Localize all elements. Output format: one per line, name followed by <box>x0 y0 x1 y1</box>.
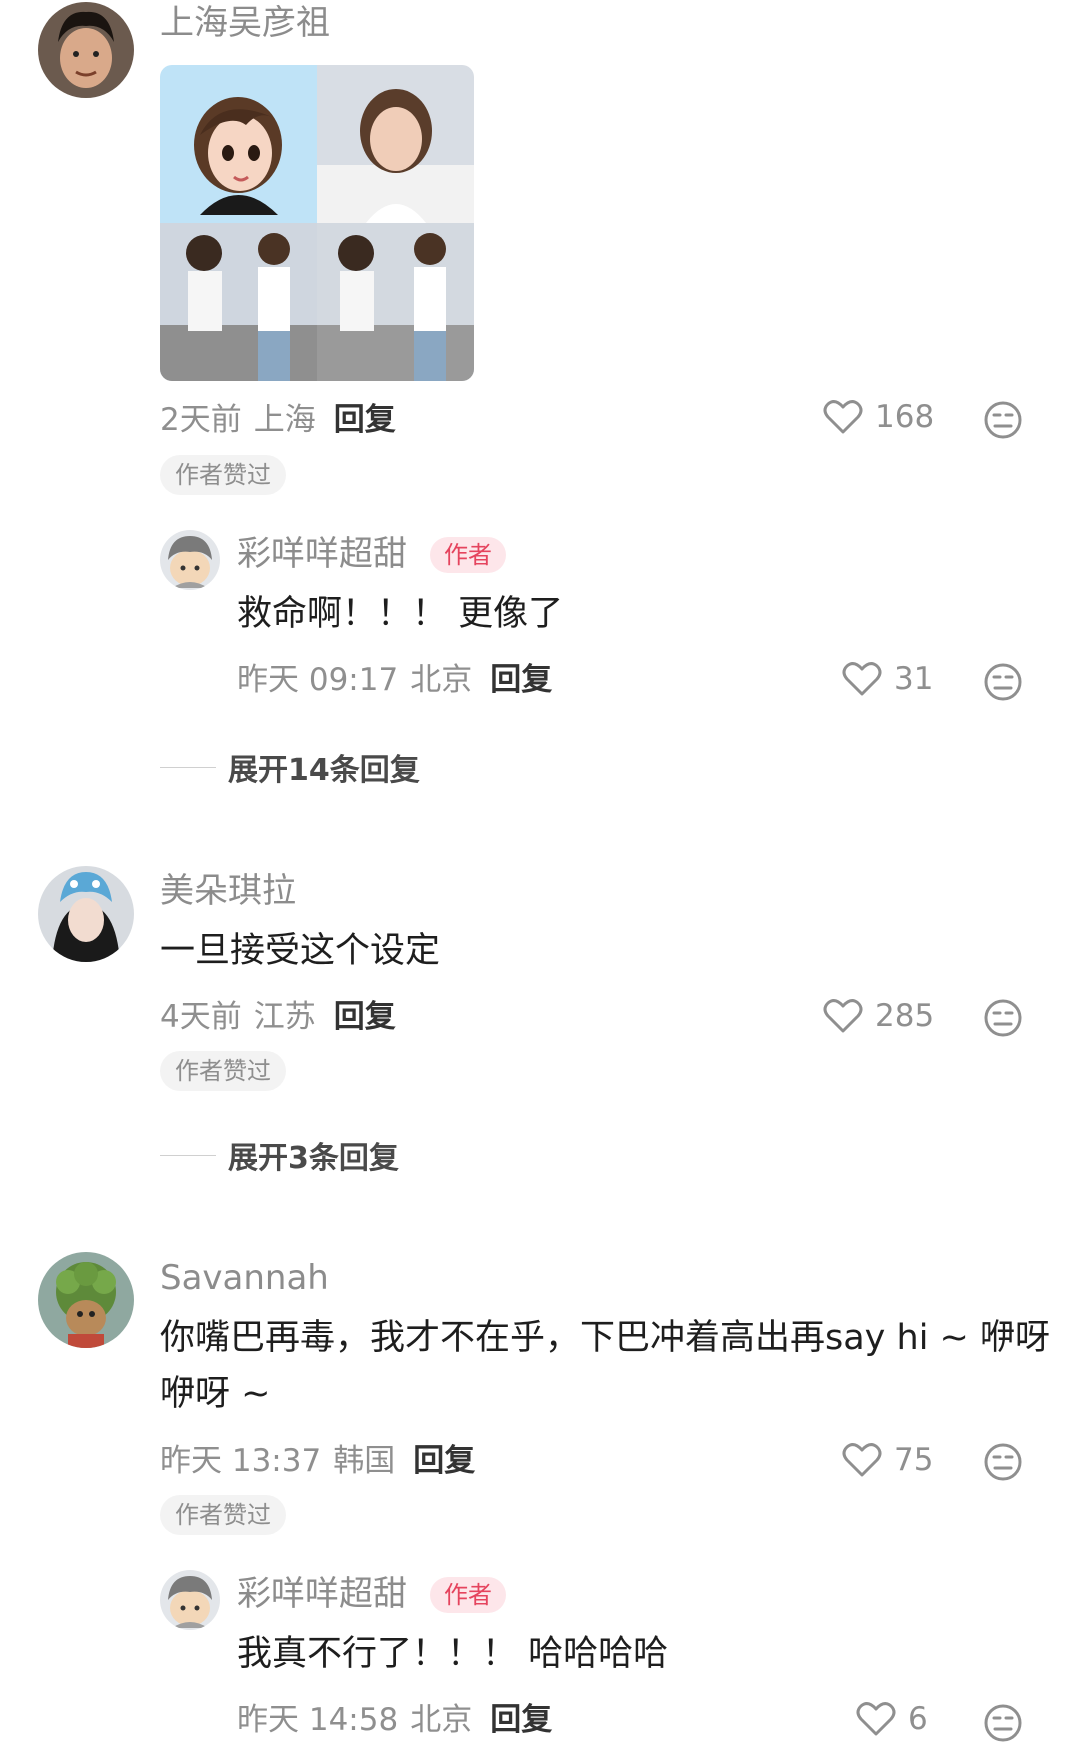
like-button[interactable]: 75 <box>842 1442 933 1478</box>
meh-face-icon[interactable] <box>983 1442 1023 1482</box>
like-count: 168 <box>875 398 935 435</box>
comment-meta: 昨天 13:37 韩国 回复 <box>160 1446 475 1477</box>
username[interactable]: 上海吴彦祖 <box>160 6 330 40</box>
comment-time: 2天前 <box>160 402 242 438</box>
like-button[interactable]: 168 <box>823 399 934 435</box>
comment-meta: 2天前 上海 回复 <box>160 405 396 436</box>
comment-text-line1: 你嘴巴再毒，我才不在乎，下巴冲着高出再say hi ~ 咿呀 <box>160 1318 1051 1358</box>
avatar-meiduoqila[interactable] <box>38 866 134 962</box>
divider <box>160 766 216 768</box>
comment-text-line2: 咿呀 ~ <box>160 1374 271 1414</box>
author-liked-badge: 作者赞过 <box>160 1051 286 1091</box>
reply-text: 救命啊！！！ 更像了 <box>237 594 564 634</box>
reply-location: 北京 <box>410 1702 473 1738</box>
reply-meta: 昨天 09:17 北京 回复 <box>237 665 552 696</box>
expand-label: 展开14条回复 <box>228 753 420 788</box>
like-count: 6 <box>908 1700 928 1737</box>
reply-location: 北京 <box>410 662 473 698</box>
expand-replies-button[interactable]: 展开3条回复 <box>160 1133 399 1177</box>
username[interactable]: 彩咩咩超甜 <box>237 1577 407 1611</box>
author-liked-badge: 作者赞过 <box>160 455 286 495</box>
expand-replies-button[interactable]: 展开14条回复 <box>160 745 420 789</box>
comment-text: 一旦接受这个设定 <box>160 931 441 971</box>
divider <box>160 1154 216 1156</box>
comment-location: 江苏 <box>253 999 316 1035</box>
comment-time: 昨天 13:37 <box>160 1443 322 1479</box>
reply-button[interactable]: 回复 <box>413 1443 475 1479</box>
reply-button[interactable]: 回复 <box>334 402 396 438</box>
comment-image[interactable] <box>160 65 474 381</box>
username[interactable]: Savannah <box>160 1261 329 1295</box>
heart-outline-icon <box>842 1443 882 1477</box>
avatar-savannah[interactable] <box>38 1252 134 1348</box>
author-tag: 作者 <box>430 1577 506 1613</box>
heart-outline-icon <box>842 662 882 696</box>
heart-outline-icon <box>823 999 863 1033</box>
like-count: 285 <box>875 997 935 1034</box>
like-button[interactable]: 31 <box>842 661 933 697</box>
meh-face-icon[interactable] <box>983 662 1023 702</box>
comment-location: 韩国 <box>333 1443 396 1479</box>
reply-button[interactable]: 回复 <box>490 662 552 698</box>
heart-outline-icon <box>823 400 863 434</box>
meh-face-icon[interactable] <box>983 1703 1023 1743</box>
like-count: 31 <box>894 660 934 697</box>
username[interactable]: 美朵琪拉 <box>160 874 296 908</box>
avatar-caimiemie[interactable] <box>160 530 220 590</box>
reply-button[interactable]: 回复 <box>334 999 396 1035</box>
heart-outline-icon <box>856 1702 896 1736</box>
comment-time: 4天前 <box>160 999 242 1035</box>
comment-location: 上海 <box>253 402 316 438</box>
comment-meta: 4天前 江苏 回复 <box>160 1002 396 1033</box>
like-button[interactable]: 285 <box>823 998 934 1034</box>
avatar-caimiemie[interactable] <box>160 1570 220 1630</box>
meh-face-icon[interactable] <box>983 400 1023 440</box>
like-count: 75 <box>894 1441 934 1478</box>
reply-meta: 昨天 14:58 北京 回复 <box>237 1705 552 1736</box>
meh-face-icon[interactable] <box>983 998 1023 1038</box>
author-tag: 作者 <box>430 537 506 573</box>
reply-time: 昨天 14:58 <box>237 1702 399 1738</box>
reply-button[interactable]: 回复 <box>490 1702 552 1738</box>
expand-label: 展开3条回复 <box>228 1141 399 1176</box>
reply-time: 昨天 09:17 <box>237 662 399 698</box>
reply-text: 我真不行了！！！ 哈哈哈哈 <box>237 1634 669 1674</box>
author-liked-badge: 作者赞过 <box>160 1495 286 1535</box>
avatar-shanghai-wuyanzu[interactable] <box>38 2 134 98</box>
username[interactable]: 彩咩咩超甜 <box>237 537 407 571</box>
like-button[interactable]: 6 <box>856 1701 928 1737</box>
